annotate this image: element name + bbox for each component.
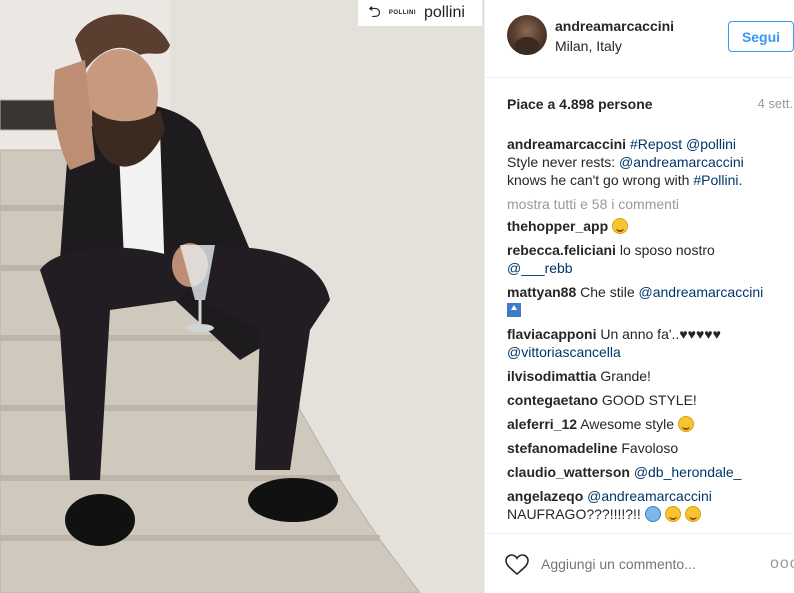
comment-item: rebecca.feliciani lo sposo nostro @___re…: [507, 241, 779, 277]
comment-user[interactable]: mattyan88: [507, 284, 576, 300]
repost-small-label: POLLINI: [388, 10, 416, 16]
instagram-post-modal: ⮌ POLLINI pollini andreamarcaccini Milan…: [0, 0, 794, 593]
top-emoji-icon: [507, 303, 521, 317]
post-location[interactable]: Milan, Italy: [555, 38, 622, 54]
caption-user[interactable]: andreamarcaccini: [507, 136, 626, 152]
likes-bar: Piace a 4.898 persone 4 sett.: [507, 96, 794, 114]
comment-text: Awesome style: [580, 416, 675, 432]
comment-item: ilvisodimattia Grande!: [507, 367, 779, 385]
comment-item: mattyan88 Che stile @andreamarcaccini: [507, 283, 779, 319]
comment-user[interactable]: rebecca.feliciani: [507, 242, 616, 258]
comment-footer: ooo: [485, 533, 794, 593]
repost-icon: ⮌: [368, 4, 381, 21]
comment-text: lo sposo nostro: [619, 242, 715, 258]
show-all-comments[interactable]: mostra tutti e 58 i commenti: [507, 195, 779, 213]
caption-tag[interactable]: #Repost @pollini: [630, 136, 736, 152]
comments-list[interactable]: andreamarcaccini #Repost @pollini Style …: [507, 135, 779, 527]
comment-mention[interactable]: @andreamarcaccini: [587, 488, 712, 504]
more-options-icon[interactable]: ooo: [770, 555, 794, 573]
repost-brand: pollini: [424, 4, 465, 21]
comment-item: thehopper_app: [507, 217, 779, 235]
post-side-panel: andreamarcaccini Milan, Italy Segui Piac…: [484, 0, 794, 593]
comment-text: Un anno fa'..: [600, 326, 680, 342]
post-photo[interactable]: ⮌ POLLINI pollini: [0, 0, 484, 593]
caption-mention[interactable]: @andreamarcaccini: [619, 154, 744, 170]
comment-user[interactable]: stefanomadeline: [507, 440, 617, 456]
comment-item: contegaetano GOOD STYLE!: [507, 391, 779, 409]
comment-user[interactable]: claudio_watterson: [507, 464, 630, 480]
repost-badge: ⮌ POLLINI pollini: [358, 0, 482, 26]
post-time[interactable]: 4 sett.: [758, 96, 793, 111]
comment-text: GOOD STYLE!: [601, 392, 697, 408]
comment-user[interactable]: thehopper_app: [507, 218, 608, 234]
photo-illustration: [0, 0, 484, 593]
like-heart-icon[interactable]: [505, 554, 529, 576]
comment-text: Che stile: [580, 284, 635, 300]
smile-emoji-icon: [677, 416, 694, 432]
comment-text: NAUFRAGO???!!!!?!!: [507, 506, 641, 522]
scared-emoji-icon: [644, 506, 661, 522]
post-username[interactable]: andreamarcaccini: [555, 18, 674, 34]
comment-text: Grande!: [600, 368, 651, 384]
smile-emoji-icon: [612, 218, 629, 234]
comment-mention[interactable]: @vittoriascancella: [507, 344, 621, 360]
comment-item: angelazeqo @andreamarcaccini NAUFRAGO???…: [507, 487, 779, 523]
smile-emoji-icon: [684, 506, 701, 522]
comment-item: stefanomadeline Favoloso: [507, 439, 779, 457]
comment-item: aleferri_12 Awesome style: [507, 415, 779, 433]
caption-hashtag[interactable]: #Pollini: [693, 172, 738, 188]
add-comment-input[interactable]: [541, 556, 741, 572]
smile-emoji-icon: [664, 506, 681, 522]
comment-user[interactable]: flaviacapponi: [507, 326, 596, 342]
likes-count[interactable]: Piace a 4.898 persone: [507, 96, 653, 112]
comment-user[interactable]: aleferri_12: [507, 416, 577, 432]
post-header: andreamarcaccini Milan, Italy Segui: [485, 0, 794, 78]
comment-mention[interactable]: @___rebb: [507, 260, 573, 276]
comment-user[interactable]: ilvisodimattia: [507, 368, 596, 384]
comment-user[interactable]: contegaetano: [507, 392, 598, 408]
comment-item: flaviacapponi Un anno fa'..♥♥♥♥♥ @vittor…: [507, 325, 779, 361]
comment-user[interactable]: angelazeqo: [507, 488, 583, 504]
comment-mention[interactable]: @db_herondale_: [634, 464, 742, 480]
caption-text: Style never rests:: [507, 154, 620, 170]
follow-button[interactable]: Segui: [728, 21, 794, 52]
hearts-emoji: ♥♥♥♥♥: [679, 326, 721, 342]
caption: andreamarcaccini #Repost @pollini Style …: [507, 135, 779, 189]
comment-item: claudio_watterson @db_herondale_: [507, 463, 779, 481]
caption-period: .: [738, 172, 743, 188]
comment-mention[interactable]: @andreamarcaccini: [639, 284, 764, 300]
avatar[interactable]: [507, 15, 547, 55]
caption-text-2: knows he can't go wrong with: [507, 172, 694, 188]
comment-text: Favoloso: [621, 440, 679, 456]
